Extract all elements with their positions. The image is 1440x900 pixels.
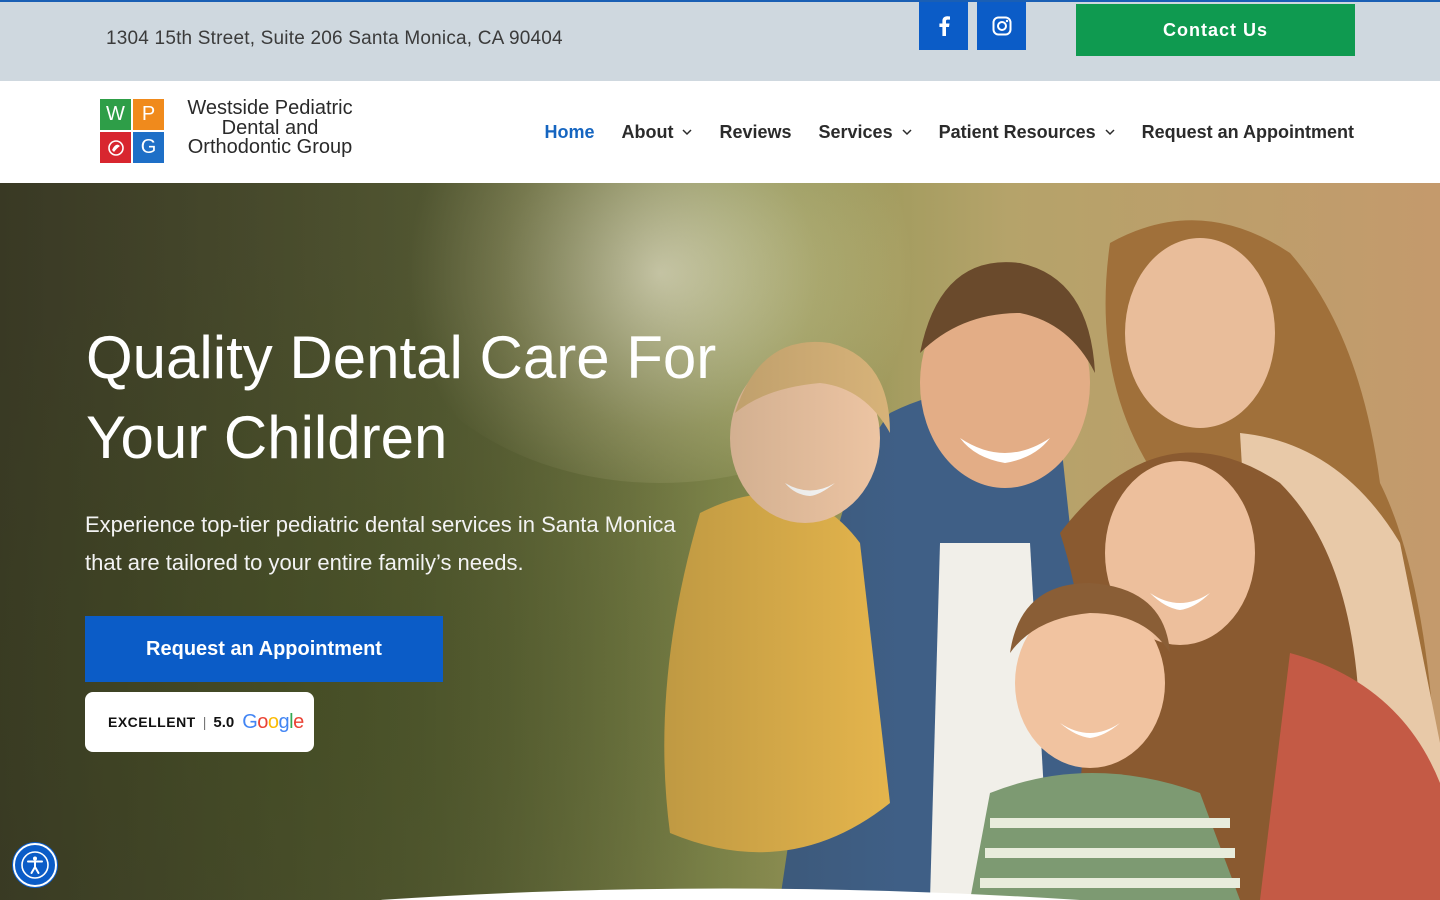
nav-item-about[interactable]: About (621, 122, 692, 143)
rating-separator: | (202, 714, 207, 730)
nav-item-label: Patient Resources (938, 121, 1096, 142)
google-rating-badge[interactable]: EXCELLENT | 5.0 Google (85, 692, 314, 752)
nav-item-patient-resources[interactable]: Patient Resources (939, 122, 1115, 143)
rating-score: 5.0 (213, 713, 235, 731)
hero-title-line-2: Your Children (86, 404, 448, 471)
request-appointment-button[interactable]: Request an Appointment (85, 616, 443, 682)
hero-bottom-wave (380, 888, 1080, 900)
hero-title: Quality Dental Care For Your Children (86, 318, 786, 478)
top-bar: 1304 15th Street, Suite 206 Santa Monica… (0, 0, 1440, 81)
hero-section: Quality Dental Care For Your Children Ex… (0, 183, 1440, 900)
contact-us-button[interactable]: Contact Us (1076, 4, 1355, 56)
facebook-icon (938, 16, 950, 36)
chevron-down-icon (902, 129, 912, 136)
logo-letter-g: G (133, 132, 164, 163)
rating-label: EXCELLENT (108, 714, 196, 730)
nav-item-reviews[interactable]: Reviews (719, 122, 791, 143)
hero-subtitle-line-2: that are tailored to your entire family’… (85, 550, 524, 575)
nav-item-label: Home (544, 121, 595, 142)
accessibility-button[interactable] (13, 843, 57, 887)
nav-item-services[interactable]: Services (819, 122, 912, 143)
logo-line-1: Westside Pediatric (187, 97, 353, 119)
logo-letter-p: P (133, 99, 164, 130)
site-header: W P G Westside Pediatric Dental and Orth… (0, 81, 1440, 183)
nav-item-label: Reviews (719, 121, 792, 142)
chevron-down-icon (1105, 129, 1115, 136)
site-logo[interactable]: W P G Westside Pediatric Dental and Orth… (100, 97, 370, 165)
logo-letter-w: W (100, 99, 131, 130)
instagram-icon (992, 16, 1011, 36)
main-nav: Home About Reviews Services Patient Reso… (517, 119, 1354, 145)
instagram-link[interactable] (977, 2, 1026, 50)
chevron-down-icon (682, 129, 692, 136)
practice-address: 1304 15th Street, Suite 206 Santa Monica… (106, 28, 563, 49)
nav-item-home[interactable]: Home (544, 122, 594, 143)
nav-item-request-appointment[interactable]: Request an Appointment (1142, 122, 1354, 143)
nav-item-label: Request an Appointment (1141, 121, 1354, 142)
accessibility-icon (21, 851, 49, 879)
logo-line-3: Orthodontic Group (187, 136, 353, 158)
google-logo: Google (242, 710, 304, 733)
hero-subtitle: Experience top-tier pediatric dental ser… (85, 506, 745, 582)
logo-mark: W P G (100, 99, 164, 163)
facebook-link[interactable] (919, 2, 968, 50)
logo-wordmark: Westside Pediatric Dental and Orthodonti… (170, 97, 370, 158)
hero-subtitle-line-1: Experience top-tier pediatric dental ser… (85, 512, 676, 537)
nav-item-label: About (621, 121, 674, 142)
tooth-icon (100, 132, 131, 163)
nav-item-label: Services (818, 121, 893, 142)
hero-title-line-1: Quality Dental Care For (86, 324, 717, 391)
